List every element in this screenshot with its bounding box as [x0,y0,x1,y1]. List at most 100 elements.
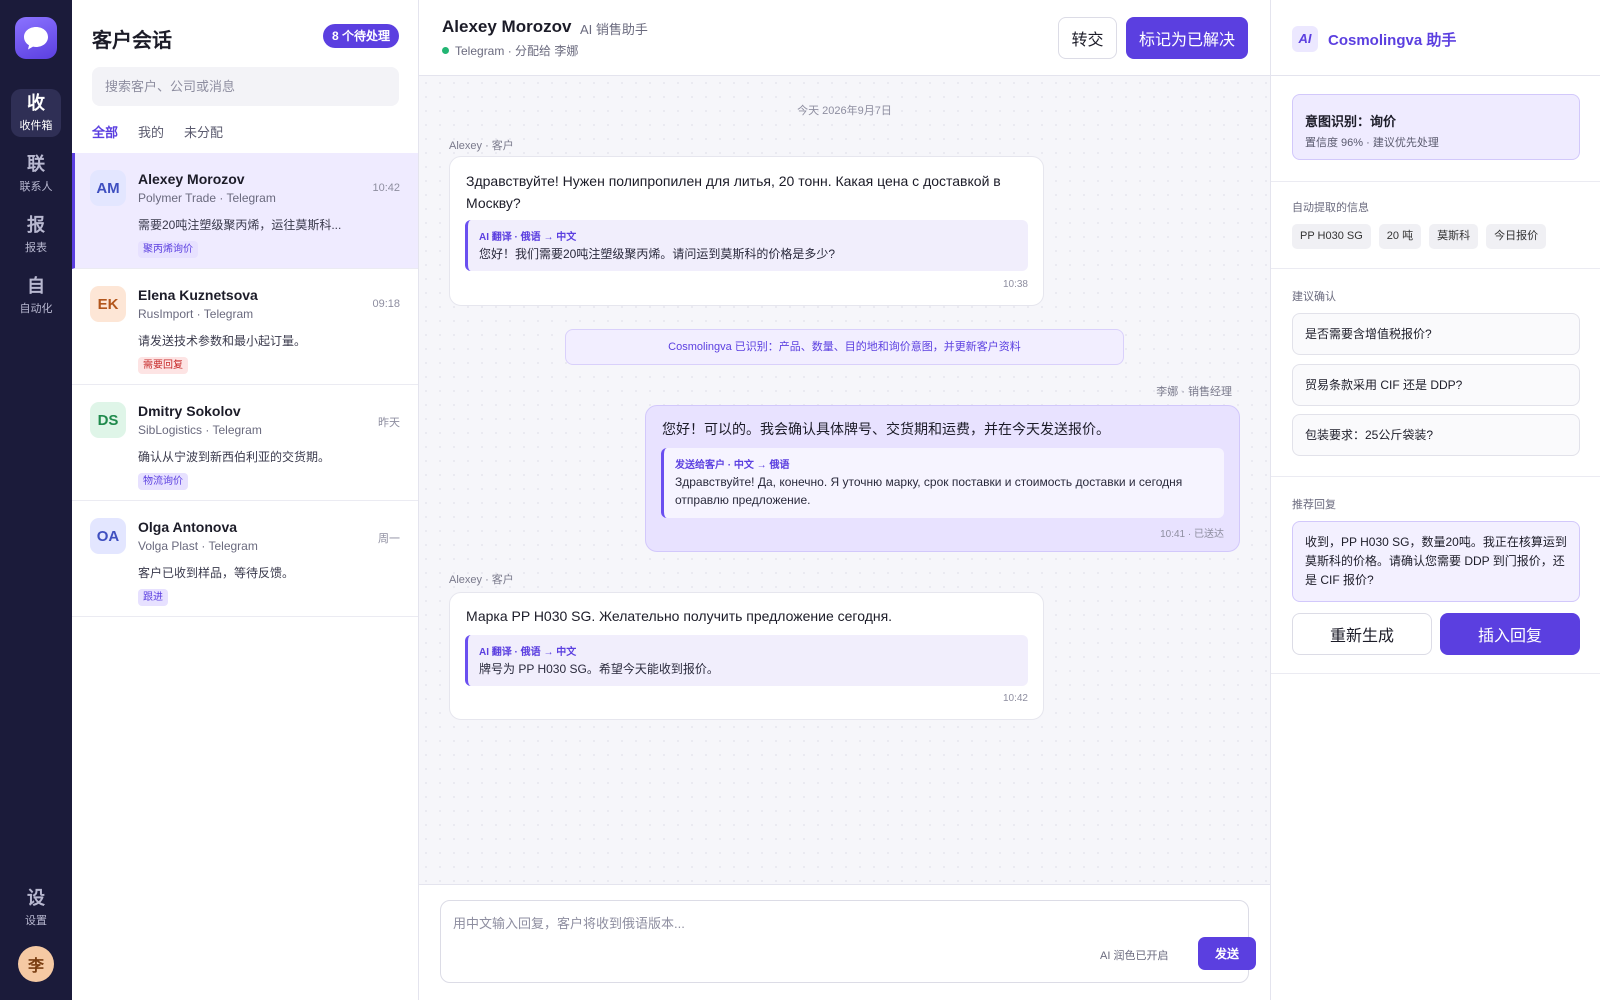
divider [1271,181,1600,182]
extracted-chip: 今日报价 [1486,224,1547,249]
message-time: 10:42 [1002,693,1028,704]
conversation-tag: 需要回复 [138,357,188,374]
filter-tabs: 全部 我的 未分配 [92,122,223,141]
divider [1271,673,1600,674]
chat-status-text: Telegram · 分配给 李娜 [455,44,579,58]
conversation-item-dmitry[interactable]: DS Dmitry Sokolov SibLogistics · Telegra… [72,385,418,501]
chat-contact-name: Alexey Morozov [442,17,572,36]
tab-unassigned[interactable]: 未分配 [184,122,223,141]
chat-main: Alexey Morozov AI 销售助手 Telegram · 分配给 李娜… [419,0,1270,1000]
message-text: Марка PP H030 SG. Желательно получить пр… [466,608,893,624]
contact-company: Volga Plast · Telegram [138,539,258,553]
translation-label: AI 翻译 · 俄语 → 中文 [479,232,577,243]
conversation-time: 昨天 [378,417,400,429]
ai-system-note: Cosmolingva 已识别：产品、数量、目的地和询价意图，并更新客户资料 [565,329,1124,365]
recommended-reply-text[interactable]: 收到，PP H030 SG，数量20吨。我正在核算运到莫斯科的价格。请确认您需要… [1292,521,1580,602]
panel-header: AI Cosmolingva 助手 [1271,0,1600,76]
message-sender: Alexey · 客户 [449,574,514,586]
recommended-reply-label: 推荐回复 [1292,499,1336,511]
contact-name: Alexey Morozov [138,171,245,187]
reply-input[interactable] [453,913,1053,937]
composer: AI 润色已开启 发送 [440,900,1256,983]
list-title: 客户会话 [92,30,172,52]
transfer-button[interactable]: 转交 [1058,17,1117,59]
intent-title: 意图识别：询价 [1305,114,1397,129]
rail-item-automation[interactable]: 自 自动化 [11,272,61,320]
composer-area: AI 润色已开启 发送 [419,884,1270,1000]
conversation-item-alexey[interactable]: AM Alexey Morozov Polymer Trade · Telegr… [72,153,418,269]
conversation-item-olga[interactable]: OA Olga Antonova Volga Plast · Telegram … [72,501,418,617]
conversation-preview: 需要20吨注塑级聚丙烯，运往莫斯科... [138,218,342,232]
rail-label: 收件箱 [19,120,53,132]
translation-block: 发送给客户 · 中文 → 俄语 Здравствуйте! Да, конечн… [661,448,1224,518]
contact-company: Polymer Trade · Telegram [138,191,276,205]
user-avatar[interactable]: 李 [18,946,54,982]
extracted-chip: 20 吨 [1378,224,1422,249]
pending-count-badge: 8 个待处理 [322,24,399,48]
message-sender: 李娜 · 销售经理 [1156,386,1232,398]
tab-all[interactable]: 全部 [92,122,118,141]
regenerate-button[interactable]: 重新生成 [1292,613,1432,655]
message-sender: Alexey · 客户 [449,140,514,152]
conversation-preview: 请发送技术参数和最小起订量。 [138,334,307,348]
contact-avatar: DS [90,402,126,438]
translation-text: 您好！我们需要20吨注塑级聚丙烯。请问运到莫斯科的价格是多少? [479,247,836,261]
panel-title: Cosmolingva 助手 [1328,32,1457,49]
extracted-info-label: 自动提取的信息 [1292,202,1369,214]
suggestion-item[interactable]: 是否需要含增值税报价? [1292,313,1580,355]
contact-avatar: OA [90,518,126,554]
ai-assistant-panel: AI Cosmolingva 助手 意图识别：询价 置信度 96% · 建议优先… [1270,0,1600,1000]
insert-reply-button[interactable]: 插入回复 [1440,613,1580,655]
date-separator: 今天 2026年9月7日 [797,105,892,117]
translation-label: 发送给客户 · 中文 → 俄语 [675,460,790,471]
settings-icon: 设 [27,888,45,908]
tab-mine[interactable]: 我的 [138,122,164,141]
contacts-icon: 联 [27,154,45,174]
message-bubble-outgoing: 您好！可以的。我会确认具体牌号、交货期和运费，并在今天发送报价。 发送给客户 ·… [645,405,1240,552]
chat-role-label: AI 销售助手 [580,22,648,37]
suggestion-item[interactable]: 包装要求：25公斤袋装? [1292,414,1580,456]
contact-company: RusImport · Telegram [138,307,254,321]
mark-resolved-button[interactable]: 标记为已解决 [1126,17,1248,59]
search-input[interactable] [92,67,399,106]
conversation-time: 10:42 [372,182,400,194]
contact-avatar: AM [90,170,126,206]
conversation-tag: 聚丙烯询价 [138,241,198,258]
contact-name: Dmitry Sokolov [138,403,241,419]
conversation-list-panel: 客户会话 8 个待处理 全部 我的 未分配 AM Alexey Morozov … [72,0,419,1000]
divider [1271,476,1600,477]
message-text: Здравствуйте! Нужен полипропилен для лит… [466,173,1001,211]
conversation-tag: 跟进 [138,589,168,606]
translation-text: 牌号为 PP H030 SG。希望今天能收到报价。 [479,662,719,676]
conversation-tag: 物流询价 [138,473,188,490]
rail-label: 设置 [25,915,47,927]
app-logo-chat-icon[interactable] [15,17,57,59]
reports-icon: 报 [27,215,45,235]
ai-polish-status: AI 润色已开启 [1100,950,1169,962]
send-button[interactable]: 发送 [1198,937,1256,970]
translation-block: AI 翻译 · 俄语 → 中文 您好！我们需要20吨注塑级聚丙烯。请问运到莫斯科… [465,220,1028,271]
translation-block: AI 翻译 · 俄语 → 中文 牌号为 PP H030 SG。希望今天能收到报价… [465,635,1028,686]
rail-item-contacts[interactable]: 联 联系人 [11,150,61,198]
rail-label: 联系人 [19,181,53,193]
automation-icon: 自 [27,276,45,296]
chat-status: Telegram · 分配给 李娜 [442,42,578,59]
message-thread[interactable]: 今天 2026年9月7日 Alexey · 客户 Здравствуйте! Н… [419,76,1270,884]
conversation-preview: 确认从宁波到新西伯利亚的交货期。 [138,450,331,464]
conversation-time: 周一 [378,533,400,545]
rail-item-reports[interactable]: 报 报表 [11,211,61,259]
contact-name: Olga Antonova [138,519,238,535]
message-bubble-incoming: Здравствуйте! Нужен полипропилен для лит… [449,156,1044,306]
translation-label: AI 翻译 · 俄语 → 中文 [479,647,577,658]
message-text: 您好！可以的。我会确认具体牌号、交货期和运费，并在今天发送报价。 [662,421,1110,437]
conversation-preview: 客户已收到样品，等待反馈。 [138,566,295,580]
suggestion-item[interactable]: 贸易条款采用 CIF 还是 DDP? [1292,364,1580,406]
intent-confidence: 置信度 96% · 建议优先处理 [1305,137,1439,149]
rail-item-inbox[interactable]: 收 收件箱 [11,89,61,137]
message-time: 10:41 · 已送达 [1160,529,1224,540]
conversation-item-elena[interactable]: EK Elena Kuznetsova RusImport · Telegram… [72,269,418,385]
inbox-icon: 收 [27,93,45,113]
ai-logo-icon: AI [1292,26,1318,52]
message-bubble-incoming: Марка PP H030 SG. Желательно получить пр… [449,592,1044,720]
rail-item-settings[interactable]: 设 设置 [11,884,61,932]
